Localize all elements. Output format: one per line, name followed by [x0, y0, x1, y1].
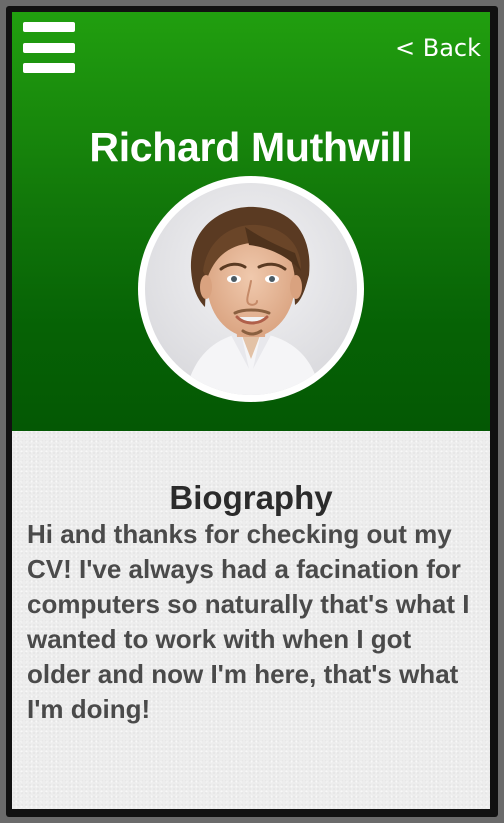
- profile-photo: [145, 183, 357, 395]
- avatar: [138, 176, 364, 402]
- menu-bar: [23, 22, 75, 32]
- biography-title: Biography: [169, 479, 333, 516]
- profile-name: Richard Muthwill: [89, 124, 413, 170]
- biography-section: Biography Hi and thanks for checking out…: [12, 431, 490, 809]
- biography-text: Hi and thanks for checking out my CV! I'…: [27, 519, 470, 724]
- hamburger-menu-icon[interactable]: [23, 22, 75, 74]
- menu-bar: [23, 43, 75, 53]
- app-screen: < Back Richard Muthwill Biography Hi and…: [12, 12, 490, 809]
- profile-header: < Back Richard Muthwill: [12, 12, 490, 431]
- device-frame: < Back Richard Muthwill Biography Hi and…: [0, 0, 504, 823]
- back-button[interactable]: < Back: [395, 32, 481, 64]
- menu-bar: [23, 63, 75, 73]
